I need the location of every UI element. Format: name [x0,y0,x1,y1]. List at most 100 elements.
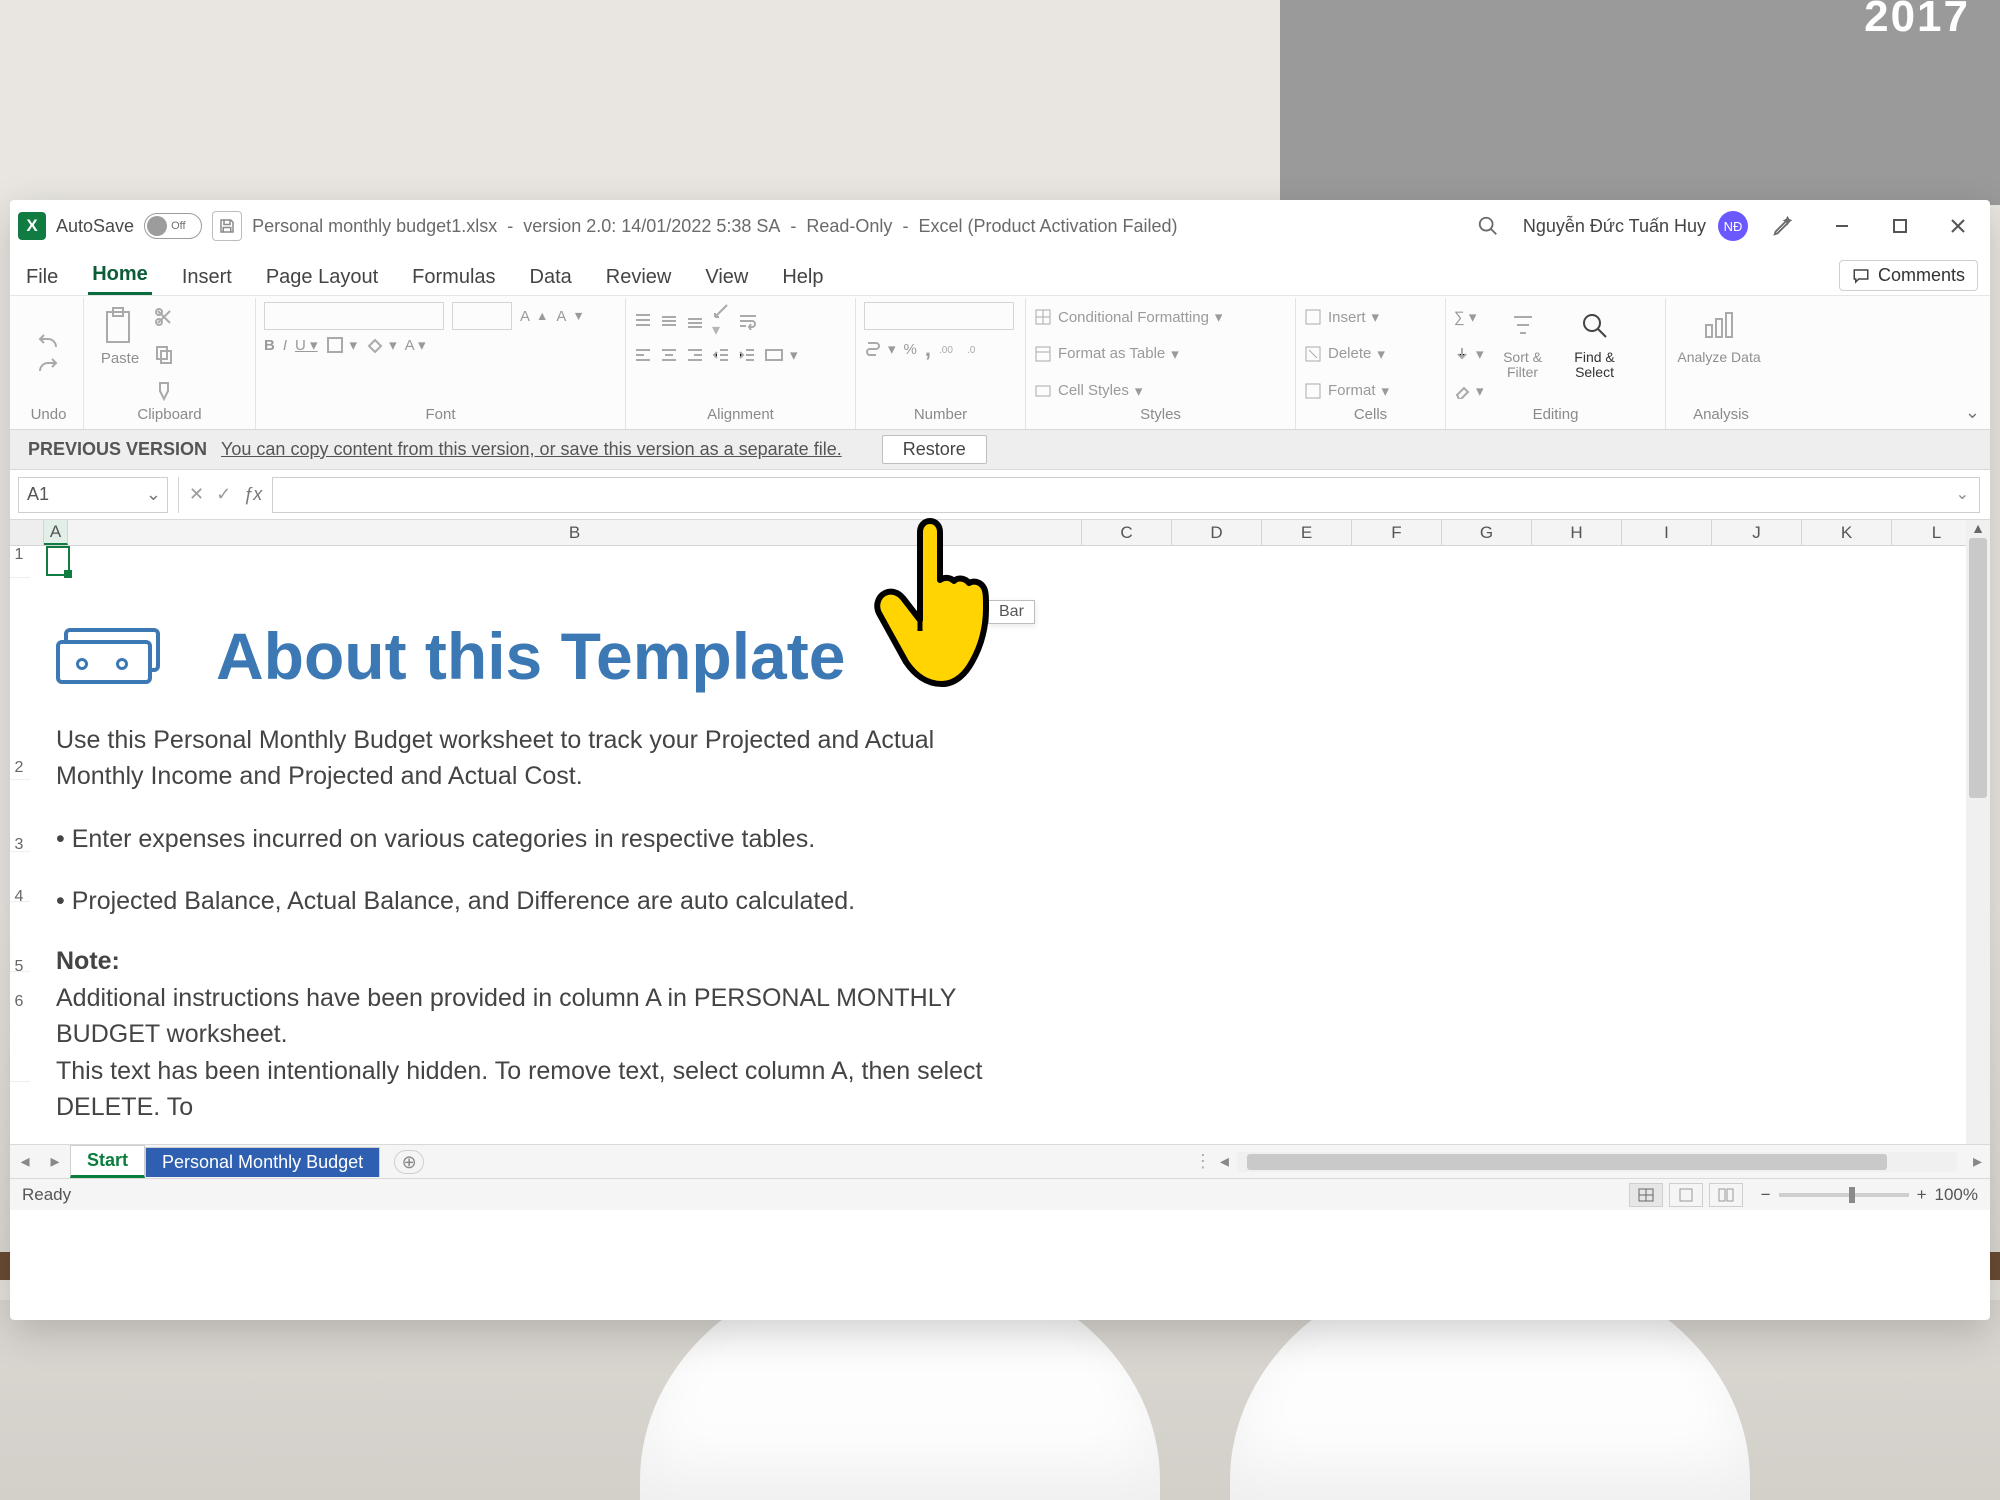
wrap-text-button[interactable] [738,312,758,330]
close-button[interactable] [1948,216,1968,236]
align-middle-button[interactable] [660,312,678,330]
analyze-data-button[interactable]: Analyze Data [1674,302,1764,406]
sheet-tab-personal-monthly-budget[interactable]: Personal Monthly Budget [145,1147,380,1177]
decrease-decimal-button[interactable]: .0 [967,341,987,357]
horizontal-scrollbar[interactable] [1237,1152,1957,1172]
zoom-in-button[interactable]: + [1917,1185,1927,1205]
find-select-button[interactable]: Find & Select [1562,302,1628,406]
font-size-dropdown[interactable] [452,302,512,330]
fill-handle[interactable] [64,570,72,578]
italic-button[interactable]: I [283,337,287,354]
accounting-button[interactable]: ▾ [864,340,896,358]
format-painter-button[interactable] [154,381,174,401]
scroll-thumb[interactable] [1969,538,1987,798]
tab-home[interactable]: Home [88,257,152,295]
hscroll-right-button[interactable]: ▸ [1965,1151,1990,1172]
view-page-break-button[interactable] [1709,1183,1743,1207]
search-button[interactable] [1477,215,1499,237]
percent-button[interactable]: % [904,341,917,358]
autosave-switch[interactable]: Off [144,213,202,239]
increase-font-button[interactable]: A▲ [520,308,548,325]
format-as-table-button[interactable]: Format as Table ▾ [1034,345,1287,363]
col-header-K[interactable]: K [1802,520,1892,545]
coming-soon-button[interactable] [1772,215,1794,237]
redo-button[interactable] [36,357,62,375]
paste-button[interactable]: Paste [92,302,148,406]
autosum-button[interactable]: ∑ ▾ [1454,308,1484,326]
select-all-button[interactable] [10,520,44,545]
row-header-4[interactable]: 4 [10,852,30,902]
number-format-dropdown[interactable] [864,302,1014,330]
insert-cells-button[interactable]: Insert ▾ [1304,308,1437,326]
decrease-indent-button[interactable] [712,346,730,364]
copy-button[interactable] [154,344,174,364]
row-header-1[interactable]: 1 [10,546,30,578]
col-header-G[interactable]: G [1442,520,1532,545]
zoom-level[interactable]: 100% [1935,1185,1978,1205]
scroll-up-arrow-icon[interactable]: ▲ [1966,520,1990,538]
maximize-button[interactable] [1890,216,1910,236]
ribbon-collapse-button[interactable]: ⌄ [1965,402,1980,423]
cell-styles-button[interactable]: Cell Styles ▾ [1034,382,1287,400]
previous-version-message[interactable]: You can copy content from this version, … [221,439,842,460]
tab-review[interactable]: Review [602,260,676,295]
sheet-nav-prev[interactable]: ◂ [10,1151,40,1172]
tab-view[interactable]: View [701,260,752,295]
align-right-button[interactable] [686,346,704,364]
zoom-slider-knob[interactable] [1849,1187,1855,1203]
tab-file[interactable]: File [22,260,62,295]
row-header-5[interactable]: 5 [10,902,30,972]
view-page-layout-button[interactable] [1669,1183,1703,1207]
font-color-button[interactable]: A ▾ [405,336,426,354]
clear-button[interactable]: ▾ [1454,382,1484,400]
fill-color-button[interactable]: ▾ [365,336,397,354]
orientation-button[interactable]: ▾ [712,302,730,340]
sheet-nav-next[interactable]: ▸ [40,1151,70,1172]
col-header-H[interactable]: H [1532,520,1622,545]
row-header-6[interactable]: 6 [10,972,30,1082]
formula-bar-expand-button[interactable]: ⌄ [1956,484,1969,504]
tab-page-layout[interactable]: Page Layout [262,260,382,295]
bold-button[interactable]: B [264,337,275,354]
zoom-out-button[interactable]: − [1761,1185,1771,1205]
row-header-3[interactable]: 3 [10,780,30,852]
tab-data[interactable]: Data [526,260,576,295]
borders-button[interactable]: ▾ [326,336,358,354]
hscroll-split-handle[interactable]: ⋮ [1194,1151,1212,1172]
col-header-E[interactable]: E [1262,520,1352,545]
tab-help[interactable]: Help [778,260,827,295]
account-button[interactable]: Nguyễn Đức Tuấn Huy NĐ [1523,211,1748,241]
formula-bar[interactable]: ⌄ [272,477,1980,513]
comma-button[interactable]: , [925,336,931,362]
cut-button[interactable] [154,307,174,327]
tab-insert[interactable]: Insert [178,260,236,295]
sheet-tab-start[interactable]: Start [70,1145,145,1178]
underline-button[interactable]: U ▾ [295,336,318,354]
name-box[interactable]: A1 ⌄ [18,477,168,513]
restore-button[interactable]: Restore [882,435,987,464]
delete-cells-button[interactable]: Delete ▾ [1304,345,1437,363]
align-center-button[interactable] [660,346,678,364]
new-sheet-button[interactable]: ⊕ [394,1150,424,1174]
autosave-toggle[interactable]: AutoSave Off [56,213,202,239]
col-header-A[interactable]: A [44,520,68,545]
comments-button[interactable]: Comments [1839,260,1978,291]
hscroll-thumb[interactable] [1247,1154,1887,1170]
align-top-button[interactable] [634,312,652,330]
col-header-D[interactable]: D [1172,520,1262,545]
increase-decimal-button[interactable]: .00 [939,341,959,357]
zoom-slider[interactable] [1779,1193,1909,1197]
sheet-area[interactable]: About this Template Use this Personal Mo… [46,546,1962,1144]
increase-indent-button[interactable] [738,346,756,364]
col-header-F[interactable]: F [1352,520,1442,545]
conditional-formatting-button[interactable]: Conditional Formatting ▾ [1034,308,1287,326]
sort-filter-button[interactable]: Sort & Filter [1490,302,1556,406]
vertical-scrollbar[interactable]: ▲ [1966,520,1990,1144]
merge-center-button[interactable]: ▾ [764,346,798,364]
col-header-C[interactable]: C [1082,520,1172,545]
align-bottom-button[interactable] [686,312,704,330]
enter-formula-button[interactable]: ✓ [216,484,231,505]
insert-function-button[interactable]: ƒx [243,484,262,505]
tab-formulas[interactable]: Formulas [408,260,499,295]
undo-button[interactable] [36,333,62,351]
